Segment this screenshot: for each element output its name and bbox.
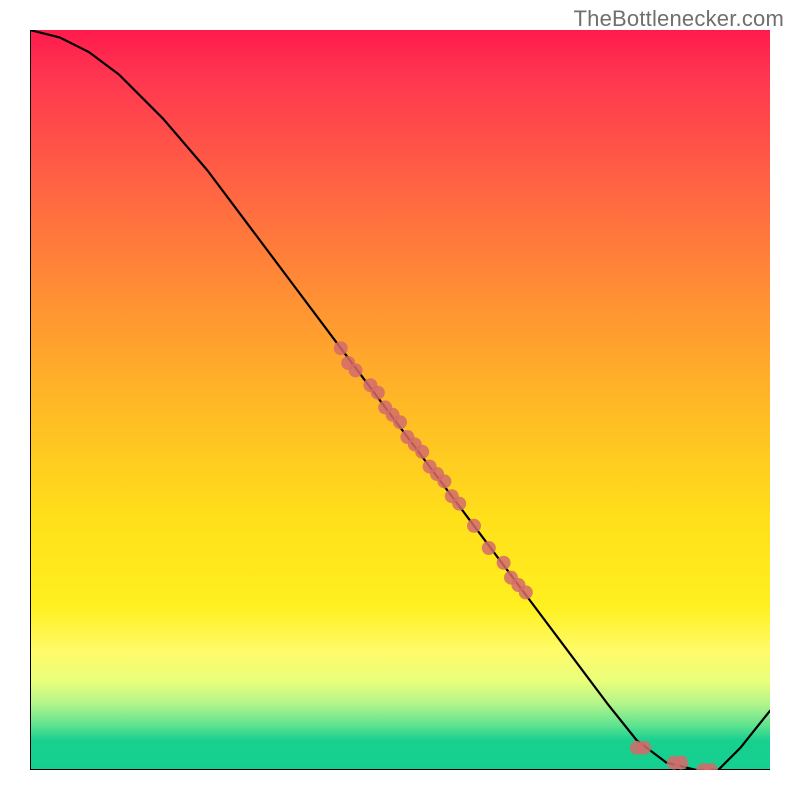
plot-area	[30, 30, 770, 770]
data-point	[497, 556, 511, 570]
data-points-group	[334, 341, 718, 770]
chart-root: TheBottlenecker.com	[0, 0, 800, 800]
data-point	[482, 541, 496, 555]
data-point	[637, 741, 651, 755]
data-point	[349, 363, 363, 377]
data-point	[334, 341, 348, 355]
data-point	[452, 497, 466, 511]
data-point	[371, 386, 385, 400]
data-point	[467, 519, 481, 533]
bottleneck-curve	[30, 30, 770, 770]
data-point	[437, 474, 451, 488]
data-point	[415, 445, 429, 459]
data-point	[674, 756, 688, 770]
plot-svg	[30, 30, 770, 770]
data-point	[393, 415, 407, 429]
watermark-text: TheBottlenecker.com	[574, 6, 784, 32]
data-point	[519, 585, 533, 599]
